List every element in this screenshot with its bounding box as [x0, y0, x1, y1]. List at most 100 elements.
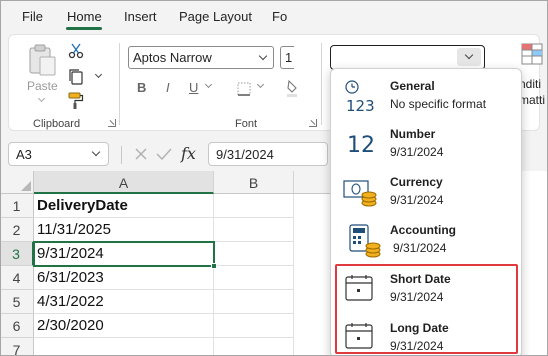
cell-b7[interactable]: [214, 338, 294, 356]
clipboard-dialog-launcher-icon[interactable]: [108, 119, 116, 127]
name-box-value: A3: [16, 147, 32, 162]
format-sample: 9/31/2024: [390, 339, 444, 353]
short-date-calendar-icon: [345, 275, 373, 301]
cell-a4[interactable]: 6/31/2023: [34, 266, 214, 290]
format-sample: No specific format: [390, 97, 487, 111]
tab-page-layout[interactable]: Page Layout: [179, 9, 252, 24]
chevron-down-icon: [258, 51, 268, 61]
number-12-icon: 12: [347, 133, 375, 157]
formula-input[interactable]: 9/31/2024: [208, 142, 328, 166]
copy-chevron-icon[interactable]: [94, 70, 103, 79]
fill-color-button[interactable]: [287, 79, 297, 97]
fill-handle[interactable]: [211, 263, 217, 269]
borders-chevron-icon[interactable]: [256, 80, 265, 89]
format-title: Short Date: [390, 272, 451, 286]
cancel-icon[interactable]: [134, 147, 148, 161]
format-option-short-date[interactable]: Short Date 9/31/2024: [331, 268, 521, 316]
cell-a5[interactable]: 4/31/2022: [34, 290, 214, 314]
paste-icon: [29, 44, 56, 76]
font-name-value: Aptos Narrow: [133, 50, 212, 65]
format-option-long-date[interactable]: Long Date 9/31/2024: [331, 317, 521, 356]
cell-a1[interactable]: DeliveryDate: [34, 194, 214, 218]
format-painter-icon[interactable]: [67, 92, 85, 110]
row-header-2[interactable]: 2: [0, 218, 34, 242]
format-title: Number: [390, 127, 436, 141]
svg-text:123: 123: [346, 97, 375, 113]
copy-icon[interactable]: [68, 68, 84, 86]
cell-b5[interactable]: [214, 290, 294, 314]
cell-b3[interactable]: [214, 242, 294, 266]
number-format-dropdown: 123 General No specific format 12 Number…: [330, 68, 522, 356]
underline-button[interactable]: U: [189, 80, 198, 95]
chevron-down-icon: [37, 94, 46, 103]
cell-b2[interactable]: [214, 218, 294, 242]
cell-b4[interactable]: [214, 266, 294, 290]
enter-check-icon[interactable]: [156, 147, 172, 161]
format-sample: 9/31/2024: [390, 145, 444, 159]
row-header-7[interactable]: 7: [0, 338, 34, 356]
paste-button[interactable]: Paste: [23, 41, 63, 107]
select-all-corner[interactable]: [0, 171, 34, 194]
general-123-icon: 123: [345, 80, 375, 113]
row-header-4[interactable]: 4: [0, 266, 34, 290]
tab-home[interactable]: Home: [67, 9, 102, 24]
conditional-formatting-icon[interactable]: [521, 43, 543, 65]
tab-formulas[interactable]: Fo: [272, 9, 287, 24]
long-date-calendar-icon: [345, 323, 373, 349]
cell-a6[interactable]: 2/30/2020: [34, 314, 214, 338]
cut-icon[interactable]: [68, 43, 84, 59]
row-header-5[interactable]: 5: [0, 290, 34, 314]
select-all-triangle-icon: [21, 181, 31, 191]
cell-b1[interactable]: [214, 194, 294, 218]
format-option-currency[interactable]: Currency 9/31/2024: [331, 171, 521, 219]
format-option-number[interactable]: 12 Number 9/31/2024: [331, 123, 521, 171]
format-sample: 9/31/2024: [390, 193, 444, 207]
format-sample: 9/31/2024: [390, 290, 444, 304]
format-title: Accounting: [390, 223, 456, 237]
format-title: Long Date: [390, 321, 449, 335]
spreadsheet-grid: A B 1 2 3 4 5 6 7 DeliveryDate 11/31/202…: [0, 171, 330, 356]
formula-value: 9/31/2024: [216, 147, 274, 162]
chevron-down-icon: [464, 50, 474, 60]
fill-color-icon: [287, 79, 297, 97]
tab-file[interactable]: File: [22, 9, 43, 24]
tab-insert[interactable]: Insert: [124, 9, 157, 24]
column-header-a[interactable]: A: [34, 171, 214, 194]
column-header-c[interactable]: [294, 171, 330, 194]
number-format-dropdown-button[interactable]: [457, 48, 481, 66]
svg-text:12: 12: [347, 133, 375, 157]
font-dialog-launcher-icon[interactable]: [309, 119, 317, 127]
insert-function-button[interactable]: fx: [181, 144, 196, 163]
row-header-1[interactable]: 1: [0, 194, 34, 218]
format-option-general[interactable]: 123 General No specific format: [331, 75, 521, 123]
format-title: Currency: [390, 175, 443, 189]
row-header-6[interactable]: 6: [0, 314, 34, 338]
cell-a2[interactable]: 11/31/2025: [34, 218, 214, 242]
conditional-formatting-label-line1: nditi: [519, 77, 542, 91]
bold-button[interactable]: B: [137, 80, 146, 95]
menu-bar: File Home Insert Page Layout Fo: [0, 0, 548, 31]
column-header-b[interactable]: B: [214, 171, 294, 194]
cell-b6[interactable]: [214, 314, 294, 338]
font-size-value: 1: [285, 50, 293, 65]
cell-a7[interactable]: [34, 338, 214, 356]
clipboard-group-label: Clipboard: [33, 118, 81, 130]
group-divider: [321, 43, 322, 125]
format-title: General: [390, 79, 435, 93]
paste-label: Paste: [27, 79, 58, 93]
underline-chevron-icon[interactable]: [204, 80, 213, 89]
number-format-combobox[interactable]: [330, 45, 485, 70]
font-size-combobox[interactable]: 1: [280, 46, 294, 69]
chevron-down-icon: [91, 147, 101, 157]
conditional-formatting-label-line2: matti: [519, 93, 546, 107]
name-box[interactable]: A3: [8, 142, 109, 166]
currency-icon: [343, 180, 377, 207]
accounting-icon: [349, 224, 381, 258]
borders-icon[interactable]: [237, 82, 251, 96]
italic-button[interactable]: I: [166, 80, 170, 95]
active-tab-indicator: [66, 27, 102, 30]
format-option-accounting[interactable]: Accounting 9/31/2024: [331, 219, 521, 267]
group-divider: [119, 43, 120, 125]
row-header-3[interactable]: 3: [0, 242, 34, 266]
font-name-combobox[interactable]: Aptos Narrow: [128, 46, 274, 69]
